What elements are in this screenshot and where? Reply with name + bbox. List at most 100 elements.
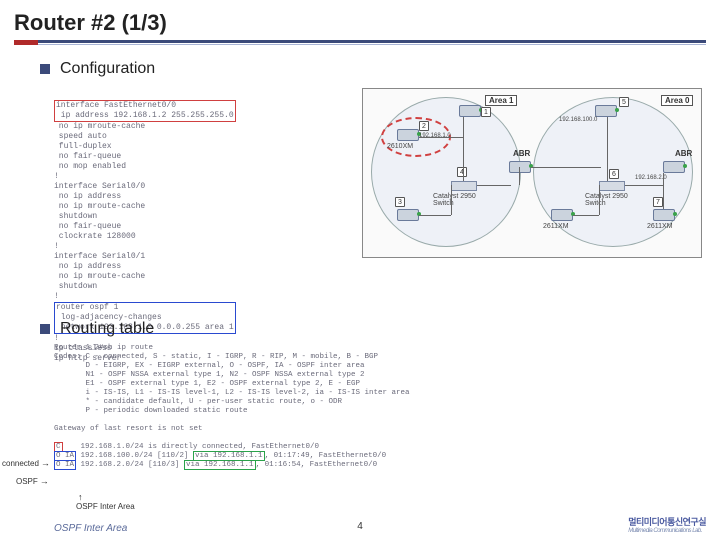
link-line <box>477 185 511 186</box>
ospf-text: OSPF <box>16 477 38 486</box>
rt-l6: i - IS-IS, L1 - IS-IS level-1, L2 - IS-I… <box>54 389 410 397</box>
cfg-l21: router ospf 1 <box>56 303 118 312</box>
arrow-right-icon: → <box>40 476 49 486</box>
switch-label-1: Catalyst 2950 Switch <box>433 193 493 207</box>
area1-label: Area 1 <box>485 95 517 106</box>
link-line <box>573 215 599 216</box>
rt-l1: Router_1_2#sh ip route <box>54 344 153 352</box>
rt-l4: N1 - OSPF NSSA external type 1, N2 - OSP… <box>54 371 365 379</box>
configuration-label: Configuration <box>60 60 155 78</box>
rt-l8: P - periodic downloaded static route <box>54 407 248 415</box>
topology-diagram: Area 1 Area 0 1 2 2610XM 192.168.1.0 3 4… <box>362 88 702 258</box>
routing-text: Router_1_2#sh ip route Codes: C - connec… <box>54 344 474 470</box>
underline-thick <box>14 40 706 43</box>
slide-body: Configuration <box>0 46 720 78</box>
page-number: 4 <box>357 521 363 532</box>
routing-label: Routing table <box>60 320 154 338</box>
dev-2610xm: 2610XM <box>387 143 413 150</box>
lab-subtitle: Multimedia Communications Lab. <box>628 528 706 534</box>
abr-right: ABR <box>675 149 692 158</box>
dev-2611xm-a: 2611XM <box>543 223 569 230</box>
cfg-l17: no ip address <box>54 262 121 271</box>
badge-5: 5 <box>619 97 629 107</box>
area0-label: Area 0 <box>661 95 693 106</box>
rt-l12post: , 01:16:54, FastEthernet0/0 <box>256 461 378 469</box>
cfg-l11: no ip mroute-cache <box>54 202 145 211</box>
badge-6: 6 <box>609 169 619 179</box>
cfg-l15: ! <box>54 242 59 251</box>
footer-right: 멀티미디어통신연구실 Multimedia Communications Lab… <box>628 515 706 534</box>
switch-label-2: Catalyst 2950 Switch <box>585 193 645 207</box>
rt-l11mid: 192.168.100.0/24 [110/2] <box>76 452 193 460</box>
bullet-icon <box>40 64 50 74</box>
rt-OIA2-box: O IA <box>54 460 76 470</box>
cfg-l5: full-duplex <box>54 142 112 151</box>
badge-7: 7 <box>653 197 663 207</box>
routing-heading: Routing table <box>40 320 154 338</box>
area1-oval <box>371 97 521 247</box>
cfg-l8: ! <box>54 172 59 181</box>
router-icon <box>509 161 531 173</box>
configuration-heading: Configuration <box>40 60 700 78</box>
link-line <box>599 185 600 215</box>
cfg-l19: shutdown <box>54 282 97 291</box>
cfg-l16: interface Serial0/1 <box>54 252 145 261</box>
arrow-right-icon: → <box>41 458 50 468</box>
cfg-l13: no fair-queue <box>54 222 121 231</box>
link-line <box>607 117 608 181</box>
title-wrap: Router #2 (1/3) <box>0 0 720 46</box>
rt-l5: E1 - OSPF external type 1, E2 - OSPF ext… <box>54 380 360 388</box>
cfg-l1: interface FastEthernet0/0 <box>56 101 176 110</box>
ip-b: 192.168.100.0 <box>559 117 597 123</box>
arrow-up-icon: ↑ <box>78 492 83 502</box>
slide: Router #2 (1/3) Configuration interface … <box>0 0 720 540</box>
rt-l2: Codes: C - connected, S - static, I - IG… <box>54 353 378 361</box>
cfg-l6: no fair-queue <box>54 152 121 161</box>
cfg-l12: shutdown <box>54 212 97 221</box>
badge-1: 1 <box>481 107 491 117</box>
rt-l10mid: 192.168.1.0/24 is directly connected, Fa… <box>63 443 320 451</box>
cfg-l14: clockrate 128000 <box>54 232 136 241</box>
underline-marker <box>14 40 38 45</box>
link-line <box>419 215 451 216</box>
badge-2: 2 <box>419 121 429 131</box>
ospf-inter-text: OSPF Inter Area <box>76 502 135 511</box>
badge-3: 3 <box>395 197 405 207</box>
badge-4: 4 <box>457 167 467 177</box>
router-icon <box>653 209 675 221</box>
cfg-l4: speed auto <box>54 132 107 141</box>
router-icon <box>397 129 419 141</box>
router-icon <box>595 105 617 117</box>
link-line <box>663 173 664 209</box>
router-icon <box>459 105 481 117</box>
link-line <box>463 117 464 181</box>
rt-via2-box: via 192.168.1.1 <box>184 460 256 470</box>
label-ospf: OSPF→ <box>16 476 51 486</box>
connected-text: connected <box>2 459 39 468</box>
link-line <box>419 137 463 138</box>
cfg-l9: interface Serial0/0 <box>54 182 145 191</box>
rt-l9: Gateway of last resort is not set <box>54 425 203 433</box>
label-ospf-inter: ↑ OSPF Inter Area <box>76 492 135 511</box>
abr-left: ABR <box>513 149 530 158</box>
router-icon <box>551 209 573 221</box>
link-line <box>625 185 663 186</box>
link-line <box>531 167 601 168</box>
cfg-l3: no ip mroute-cache <box>54 122 145 131</box>
rt-l11post: , 01:17:49, FastEthernet0/0 <box>265 452 387 460</box>
cfg-l2: ip address 192.168.1.2 255.255.255.0 <box>56 111 234 120</box>
label-connected: connected→ <box>2 458 52 468</box>
router-icon <box>397 209 419 221</box>
lab-name: 멀티미디어통신연구실 <box>628 517 706 527</box>
switch-icon <box>599 181 625 191</box>
cfg-l20: ! <box>54 292 59 301</box>
router-icon <box>663 161 685 173</box>
rt-l7: * - candidate default, U - per-user stat… <box>54 398 342 406</box>
page-title: Router #2 (1/3) <box>14 10 706 36</box>
bullet-icon <box>40 324 50 334</box>
switch-icon <box>451 181 477 191</box>
link-line <box>451 185 452 215</box>
rt-l3: D - EIGRP, EX - EIGRP external, O - OSPF… <box>54 362 365 370</box>
ip-a: 192.168.1.0 <box>419 133 451 139</box>
cfg-l10: no ip address <box>54 192 121 201</box>
